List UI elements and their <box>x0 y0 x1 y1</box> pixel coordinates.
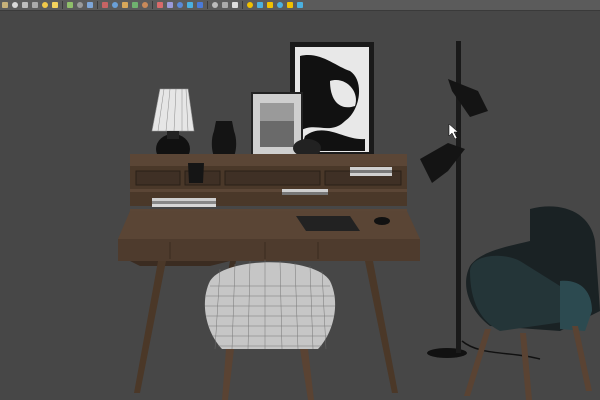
align-icon-glyph <box>257 2 263 8</box>
toolbar-separator <box>62 1 63 9</box>
sun-icon[interactable] <box>51 1 59 9</box>
main-toolbar <box>0 0 600 11</box>
snap-icon[interactable] <box>266 1 274 9</box>
desk-chair[interactable] <box>204 260 336 400</box>
table-lamp[interactable] <box>151 88 195 164</box>
particle-icon[interactable] <box>66 1 74 9</box>
chart-icon[interactable] <box>246 1 254 9</box>
render-setup-icon[interactable] <box>156 1 164 9</box>
light-icon[interactable] <box>41 1 49 9</box>
sun-icon-glyph <box>52 2 58 8</box>
layers-icon[interactable] <box>221 1 229 9</box>
toolbar-separator <box>97 1 98 9</box>
chart-icon-glyph <box>247 2 253 8</box>
black-vase[interactable] <box>211 121 237 159</box>
render-frame-icon[interactable] <box>166 1 174 9</box>
settings-icon[interactable] <box>296 1 304 9</box>
tree-icon[interactable] <box>131 1 139 9</box>
toolbar-separator <box>152 1 153 9</box>
network-icon-glyph <box>112 2 118 8</box>
toolbar-separator <box>242 1 243 9</box>
grid-icon[interactable] <box>76 1 84 9</box>
network-icon[interactable] <box>111 1 119 9</box>
letter-m-icon[interactable] <box>286 1 294 9</box>
file-icon-glyph <box>212 2 218 8</box>
teapot-render-icon[interactable] <box>196 1 204 9</box>
flask-icon[interactable] <box>276 1 284 9</box>
scene-render <box>118 41 600 400</box>
torus-icon[interactable] <box>31 1 39 9</box>
teapot-icon[interactable] <box>1 1 9 9</box>
align-icon[interactable] <box>256 1 264 9</box>
render-icon[interactable] <box>186 1 194 9</box>
sphere-icon[interactable] <box>11 1 19 9</box>
torus-icon-glyph <box>32 2 38 8</box>
file-icon[interactable] <box>211 1 219 9</box>
layers-icon-glyph <box>222 2 228 8</box>
render-icon-glyph <box>187 2 193 8</box>
light-icon-glyph <box>42 2 48 8</box>
teapot-icon-glyph <box>2 2 8 8</box>
globe-icon-glyph <box>177 2 183 8</box>
sphere-icon-glyph <box>12 2 18 8</box>
paint-icon[interactable] <box>141 1 149 9</box>
cone-icon-glyph <box>22 2 28 8</box>
globe-icon[interactable] <box>176 1 184 9</box>
help-icon[interactable] <box>231 1 239 9</box>
toolbar-separator <box>207 1 208 9</box>
3d-app-window <box>0 0 600 400</box>
wrench-icon-glyph <box>87 2 93 8</box>
armchair[interactable] <box>464 206 600 400</box>
teapot-render-icon-glyph <box>197 2 203 8</box>
modifier-icon-glyph <box>102 2 108 8</box>
settings-icon-glyph <box>297 2 303 8</box>
paint-icon-glyph <box>142 2 148 8</box>
flask-icon-glyph <box>277 2 283 8</box>
letter-m-icon-glyph <box>287 2 293 8</box>
material-icon[interactable] <box>121 1 129 9</box>
cone-icon[interactable] <box>21 1 29 9</box>
material-icon-glyph <box>122 2 128 8</box>
wrench-icon[interactable] <box>86 1 94 9</box>
render-setup-icon-glyph <box>157 2 163 8</box>
tree-icon-glyph <box>132 2 138 8</box>
modifier-icon[interactable] <box>101 1 109 9</box>
particle-icon-glyph <box>67 2 73 8</box>
render-frame-icon-glyph <box>167 2 173 8</box>
3d-viewport[interactable] <box>0 11 600 400</box>
help-icon-glyph <box>232 2 238 8</box>
grid-icon-glyph <box>77 2 83 8</box>
floor-lamp-shade-upper <box>448 79 488 117</box>
snap-icon-glyph <box>267 2 273 8</box>
